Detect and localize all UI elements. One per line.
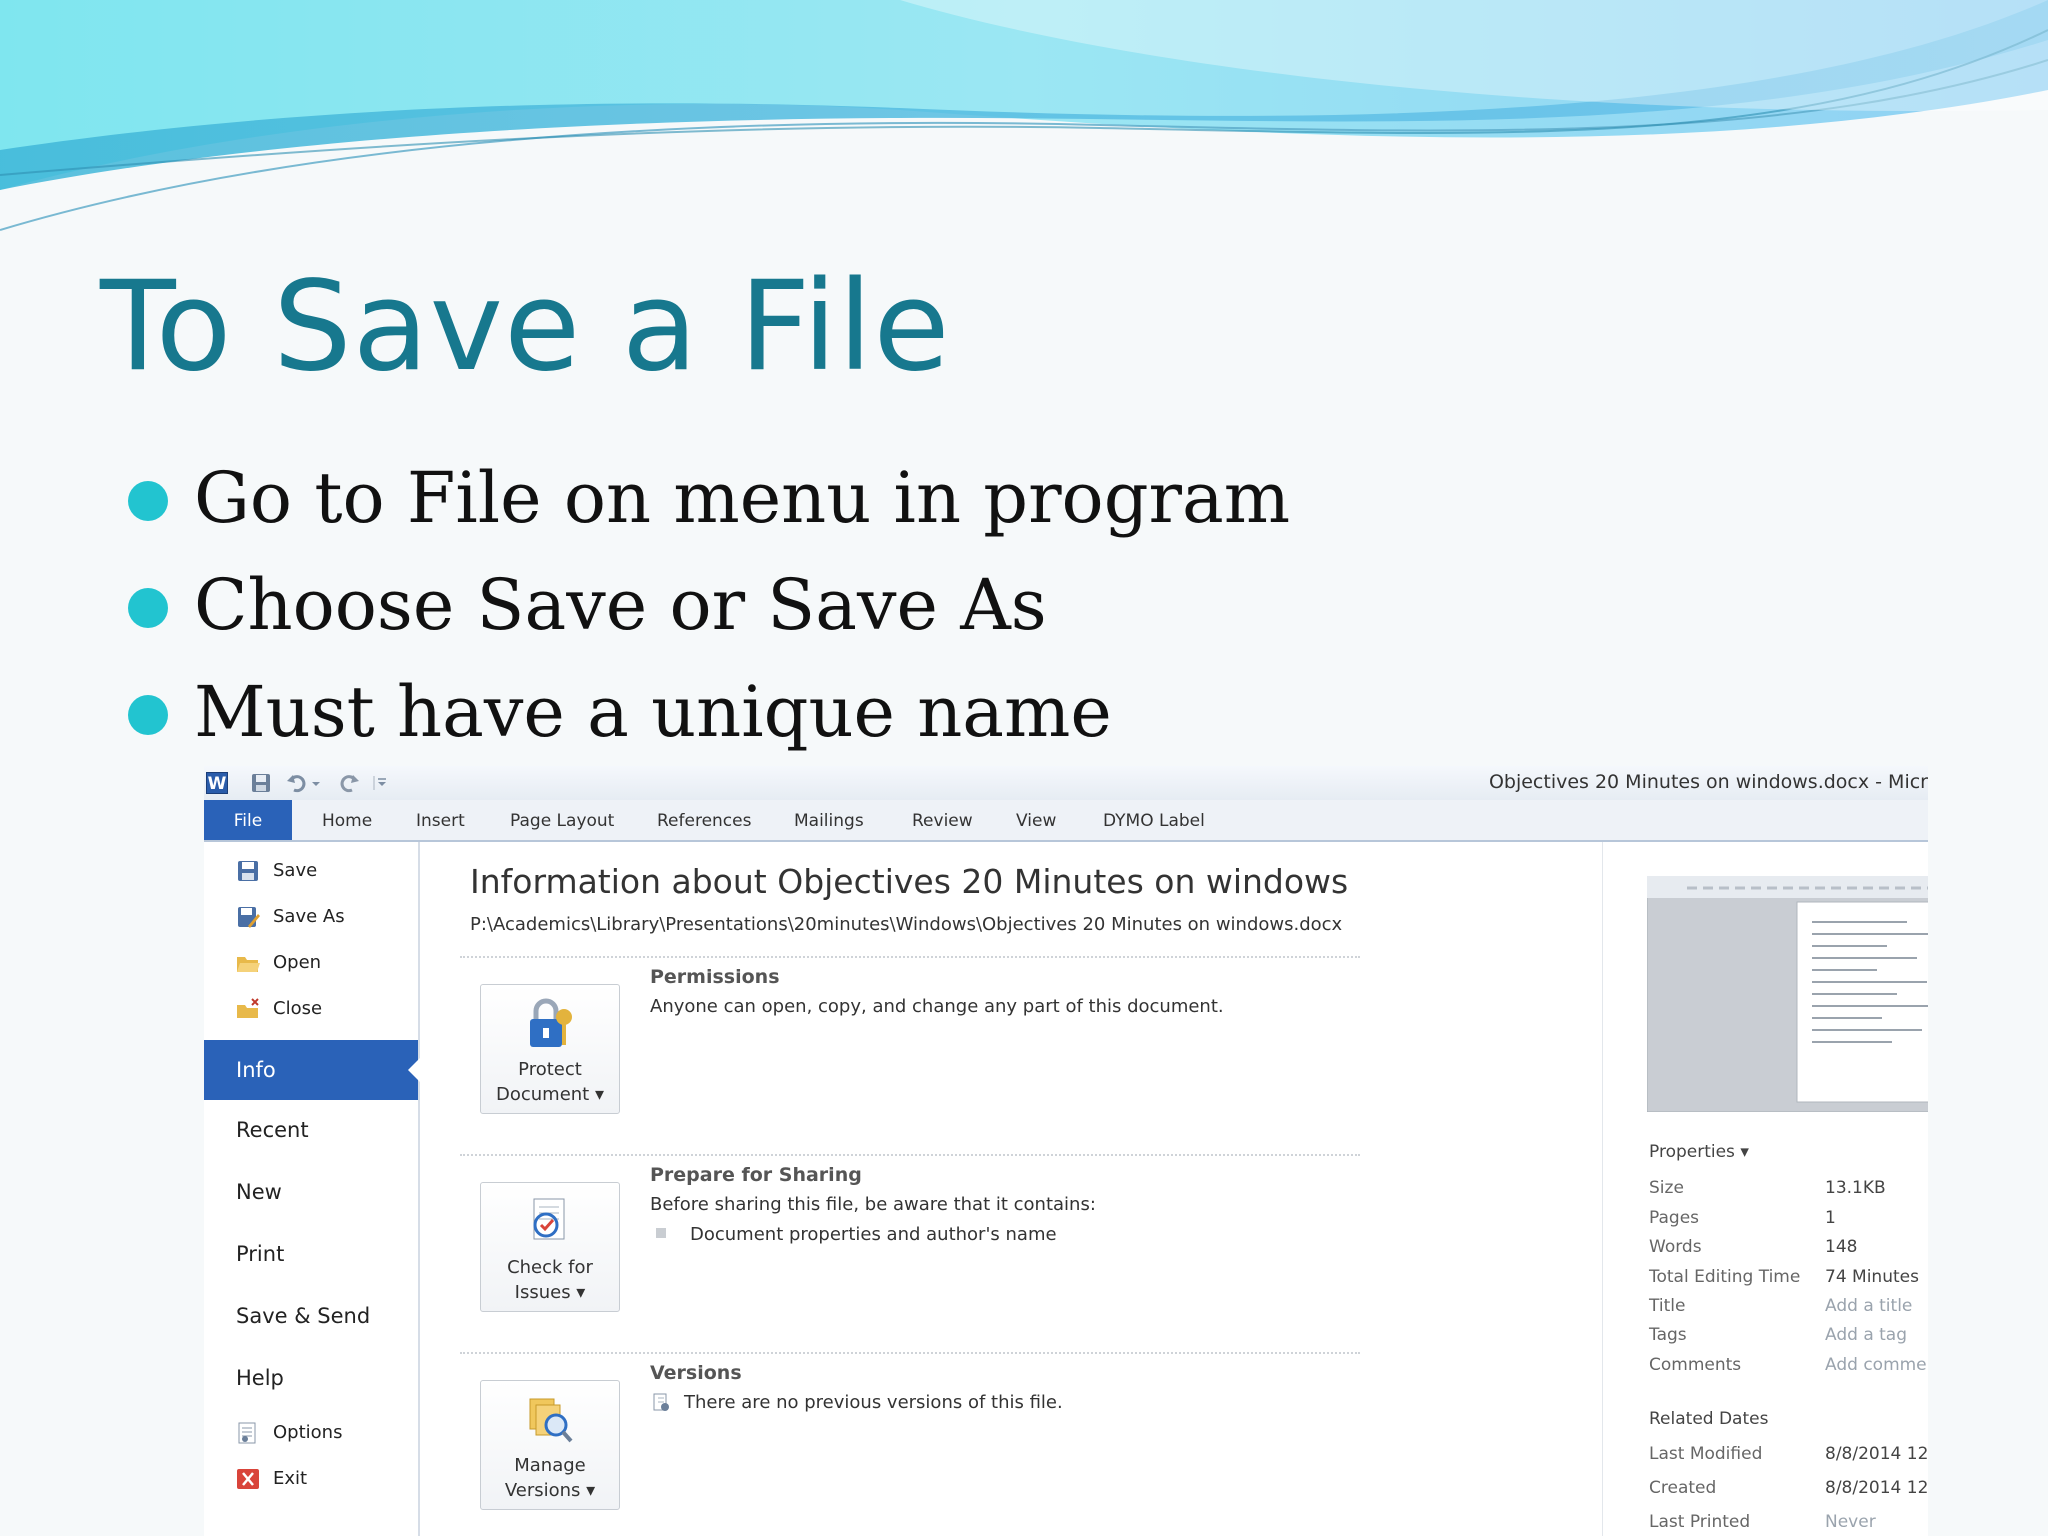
add-title-field[interactable]: Add a title [1825,1296,1912,1316]
prop-key: Total Editing Time [1649,1267,1801,1287]
date-key: Last Modified [1649,1444,1763,1464]
prop-key: Tags [1649,1325,1687,1345]
nav-recent[interactable]: Recent [204,1116,418,1144]
bullet-item: Must have a unique name [128,659,1290,766]
undo-dropdown-icon[interactable] [310,772,322,794]
nav-info[interactable]: Info [204,1040,420,1100]
bullet-dot-icon [128,695,168,735]
date-key: Created [1649,1478,1717,1498]
header-wave-decoration [0,0,2048,231]
nav-print[interactable]: Print [204,1240,418,1268]
bullet-item: Choose Save or Save As [128,552,1290,659]
properties-panel: Properties ▾ Size 13.1KB Pages 1 Words 1… [1602,842,1928,1536]
divider [460,1154,1360,1156]
prepare-sharing-heading: Prepare for Sharing [650,1164,862,1186]
bullet-dot-icon [128,481,168,521]
redo-icon[interactable] [338,772,360,794]
versions-heading: Versions [650,1362,742,1384]
check-for-issues-button[interactable]: Check for Issues ▾ [480,1182,620,1312]
slide-title: To Save a File [100,255,951,399]
protect-document-button[interactable]: Protect Document ▾ [480,984,620,1114]
check-document-icon [533,1198,565,1240]
lock-keys-icon [530,998,572,1047]
prop-value: 1 [1825,1208,1836,1228]
info-panel: Information about Objectives 20 Minutes … [420,842,1600,1536]
tab-insert[interactable]: Insert [416,800,465,840]
save-icon [238,861,258,881]
exit-icon [237,1469,259,1489]
add-tag-field[interactable]: Add a tag [1825,1325,1907,1345]
options-icon [238,1422,256,1444]
customize-icon[interactable] [372,772,388,794]
bullet-dot-icon [128,588,168,628]
versions-search-icon [529,1398,573,1443]
file-path: P:\Academics\Library\Presentations\20min… [470,914,1343,935]
related-dates-heading: Related Dates [1649,1409,1769,1429]
versions-text: There are no previous versions of this f… [650,1392,1063,1414]
close-folder-icon [237,998,259,1018]
permissions-heading: Permissions [650,966,780,988]
word-screenshot: W Objectives 20 Minutes on windows.docx … [204,766,1928,1536]
ribbon-tabs: File Home Insert Page Layout References … [204,800,1928,842]
properties-heading[interactable]: Properties ▾ [1649,1142,1749,1162]
permissions-text: Anyone can open, copy, and change any pa… [650,996,1224,1017]
tab-home[interactable]: Home [322,800,372,840]
nav-save-and-send[interactable]: Save & Send [204,1302,418,1330]
add-comments-field[interactable]: Add comments [1825,1355,1928,1375]
tab-view[interactable]: View [1016,800,1056,840]
date-value: 8/8/2014 12:14 PM [1825,1444,1928,1464]
prop-key: Size [1649,1178,1684,1198]
nav-new[interactable]: New [204,1178,418,1206]
tab-file[interactable]: File [204,800,292,840]
tab-references[interactable]: References [657,800,751,840]
tab-page-layout[interactable]: Page Layout [510,800,614,840]
prop-key: Title [1649,1296,1686,1316]
date-value: Never [1825,1512,1876,1532]
manage-versions-button[interactable]: Manage Versions ▾ [480,1380,620,1510]
window-title: Objectives 20 Minutes on windows.docx - … [1488,771,1928,793]
prop-value: 148 [1825,1237,1858,1257]
active-notch-icon [408,1058,420,1082]
sharing-item: Document properties and author's name [650,1224,1057,1245]
prepare-sharing-text: Before sharing this file, be aware that … [650,1194,1096,1215]
open-folder-icon [237,957,260,972]
bullet-list: Go to File on menu in program Choose Sav… [128,445,1290,766]
info-title: Information about Objectives 20 Minutes … [470,862,1349,901]
tab-dymo-label[interactable]: DYMO Label [1103,800,1205,840]
document-preview-thumbnail [1647,876,1928,1112]
prop-key: Comments [1649,1355,1742,1375]
date-value: 8/8/2014 12:13 PM [1825,1478,1928,1498]
tab-review[interactable]: Review [912,800,973,840]
version-document-icon [653,1393,669,1411]
save-icon[interactable] [250,772,272,794]
prop-value: 13.1KB [1825,1178,1886,1198]
quick-access-toolbar: W Objectives 20 Minutes on windows.docx … [204,766,1928,800]
prop-value: 74 Minutes [1825,1267,1919,1287]
nav-help[interactable]: Help [204,1364,418,1392]
square-bullet-icon [656,1228,666,1238]
date-key: Last Printed [1649,1512,1751,1532]
backstage-nav: Save Save As Open Close Info Recent New … [204,842,420,1536]
bullet-item: Go to File on menu in program [128,445,1290,552]
save-as-icon [238,907,260,928]
divider [460,1352,1360,1354]
word-logo-icon: W [206,772,228,794]
divider [460,956,1360,958]
prop-key: Words [1649,1237,1702,1257]
undo-icon[interactable] [286,772,308,794]
prop-key: Pages [1649,1208,1700,1228]
tab-mailings[interactable]: Mailings [794,800,864,840]
